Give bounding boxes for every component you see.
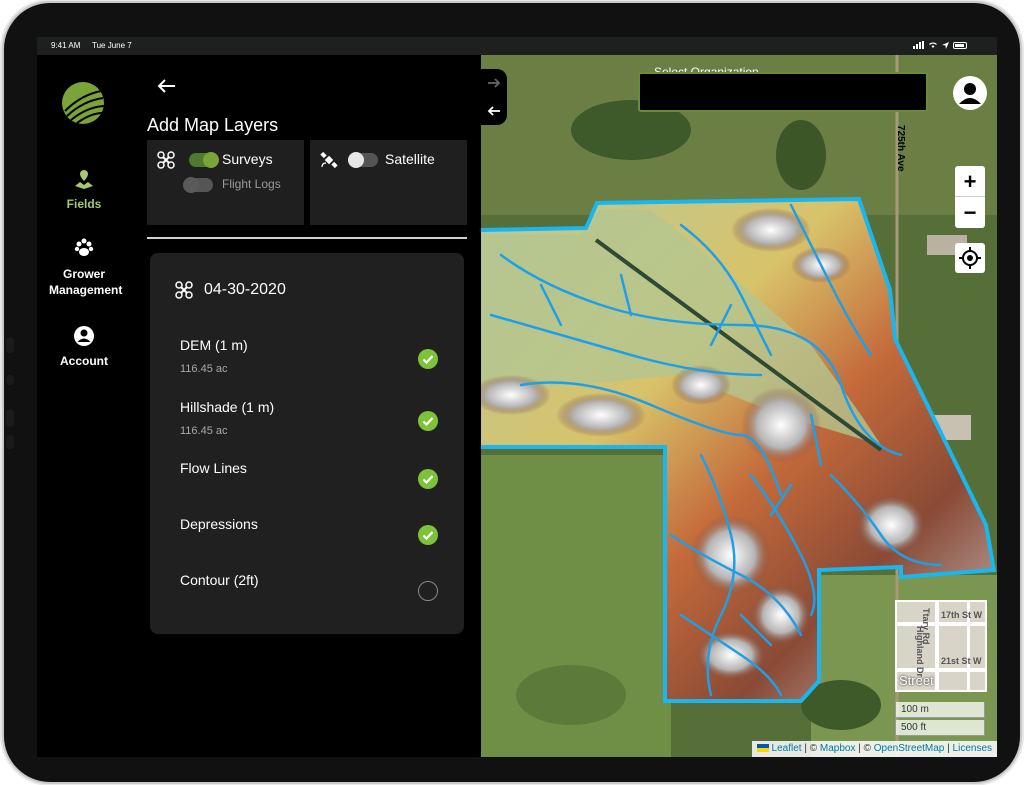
status-bar: 9:41 AM Tue June 7	[37, 37, 997, 55]
check-icon[interactable]	[418, 349, 438, 369]
attribution-separator: | ©	[801, 743, 820, 754]
back-arrow-icon[interactable]	[155, 75, 177, 97]
collapse-arrow-icon[interactable]	[481, 97, 507, 125]
signal-icon	[913, 41, 924, 49]
crosshair-icon	[959, 247, 981, 269]
location-arrow-icon	[942, 41, 949, 49]
device-side-button	[6, 409, 14, 427]
logo	[62, 82, 105, 124]
nav-item-label: Fields	[66, 197, 102, 211]
side-navigation: Fields Grower Management Account	[37, 55, 131, 757]
status-time: 9:41 AM	[51, 41, 81, 50]
openstreetmap-link[interactable]: OpenStreetMap	[874, 743, 945, 754]
surveys-label: Surveys	[222, 151, 273, 167]
layer-name: Depressions	[180, 516, 258, 532]
satellite-toggle[interactable]	[348, 152, 378, 168]
minimap-road	[897, 622, 985, 626]
status-icons	[913, 41, 967, 49]
device-side-button	[6, 435, 14, 449]
organization-select[interactable]	[638, 72, 928, 112]
surveys-toggle[interactable]	[189, 152, 219, 168]
nav-item-grower-management[interactable]: Grower Management	[37, 237, 131, 298]
layer-area: 116.45 ac	[180, 425, 228, 437]
ipad-frame: 9:41 AM Tue June 7 Fields Grower Managem…	[4, 3, 1020, 782]
survey-layer-row[interactable]: Hillshade (1 m) 116.45 ac	[180, 399, 450, 437]
user-avatar[interactable]	[953, 76, 987, 110]
licenses-link[interactable]: Licenses	[953, 743, 992, 754]
zoom-out-button[interactable]: −	[955, 197, 985, 228]
layer-area: 116.45 ac	[180, 363, 228, 375]
minimap-street-label: Ttary Rd	[921, 608, 931, 645]
map-view[interactable]: 725th Ave Select Organization + −	[481, 55, 997, 757]
surveys-layer-box: Surveys Flight Logs	[147, 140, 304, 225]
drone-icon	[175, 281, 193, 299]
nav-item-label: Grower Management	[49, 267, 123, 297]
map-attribution: Leaflet | © Mapbox | © OpenStreetMap | L…	[751, 741, 997, 757]
paw-icon	[74, 238, 94, 256]
expand-arrow-icon[interactable]	[481, 69, 507, 97]
flight-logs-toggle[interactable]	[183, 177, 213, 193]
satellite-layer-box: Satellite	[310, 140, 467, 225]
leaflet-link[interactable]: Leaflet	[772, 743, 802, 754]
survey-layer-row[interactable]: Contour (2ft)	[180, 572, 450, 601]
nav-item-account[interactable]: Account	[37, 325, 131, 368]
minimap-street-label: 17th St W	[941, 610, 983, 620]
panel-divider	[147, 237, 467, 239]
survey-layer-row[interactable]: DEM (1 m) 116.45 ac	[180, 337, 450, 375]
flight-logs-label: Flight Logs	[222, 177, 281, 191]
survey-card: 04-30-2020 DEM (1 m) 116.45 ac Hillshade…	[150, 253, 464, 634]
survey-layer-row[interactable]: Depressions	[180, 516, 450, 545]
satellite-icon	[320, 151, 338, 169]
nav-item-label: Account	[60, 354, 108, 368]
app-screen: 9:41 AM Tue June 7 Fields Grower Managem…	[37, 37, 997, 757]
layer-name: Hillshade (1 m)	[180, 399, 275, 415]
attribution-separator: | ©	[855, 743, 874, 754]
road-label: 725th Ave	[895, 125, 906, 172]
survey-layer-row[interactable]: Flow Lines	[180, 460, 450, 489]
ukraine-flag-icon	[756, 744, 769, 752]
locate-button[interactable]	[955, 243, 985, 273]
layer-name: Contour (2ft)	[180, 572, 259, 588]
attribution-separator: |	[944, 743, 953, 754]
basemap-switcher[interactable]: 17th St W 21st St W Highland Dr Ttary Rd…	[895, 600, 987, 692]
panel-title: Add Map Layers	[147, 115, 279, 135]
minimap-road	[897, 668, 985, 672]
layers-panel: Add Map Layers Surveys Flight Logs Satel…	[131, 55, 481, 757]
mapbox-link[interactable]: Mapbox	[820, 743, 856, 754]
survey-date: 04-30-2020	[204, 281, 286, 298]
battery-icon	[953, 41, 967, 49]
zoom-in-button[interactable]: +	[955, 166, 985, 197]
drone-icon	[157, 151, 175, 169]
status-date: Tue June 7	[92, 41, 132, 50]
panel-collapse-controls	[481, 69, 507, 125]
layer-name: Flow Lines	[180, 460, 247, 476]
field-pin-icon	[75, 170, 93, 189]
wifi-icon	[929, 42, 937, 48]
nav-item-fields[interactable]: Fields	[37, 168, 131, 211]
check-icon[interactable]	[418, 469, 438, 489]
device-side-button	[6, 375, 14, 385]
layer-name: DEM (1 m)	[180, 337, 248, 353]
minimap-road	[935, 602, 939, 690]
scale-bar-metric: 100 m	[895, 702, 985, 718]
check-icon[interactable]	[418, 411, 438, 431]
zoom-control: + −	[955, 166, 985, 228]
account-circle-icon	[74, 326, 94, 346]
check-icon[interactable]	[418, 525, 438, 545]
user-icon	[959, 83, 981, 104]
device-side-button	[6, 337, 14, 353]
scale-bar-imperial: 500 ft	[895, 720, 985, 736]
basemap-label: Street	[899, 673, 934, 688]
satellite-label: Satellite	[385, 151, 435, 167]
minimap-street-label: 21st St W	[941, 656, 982, 666]
unchecked-circle-icon[interactable]	[418, 581, 438, 601]
